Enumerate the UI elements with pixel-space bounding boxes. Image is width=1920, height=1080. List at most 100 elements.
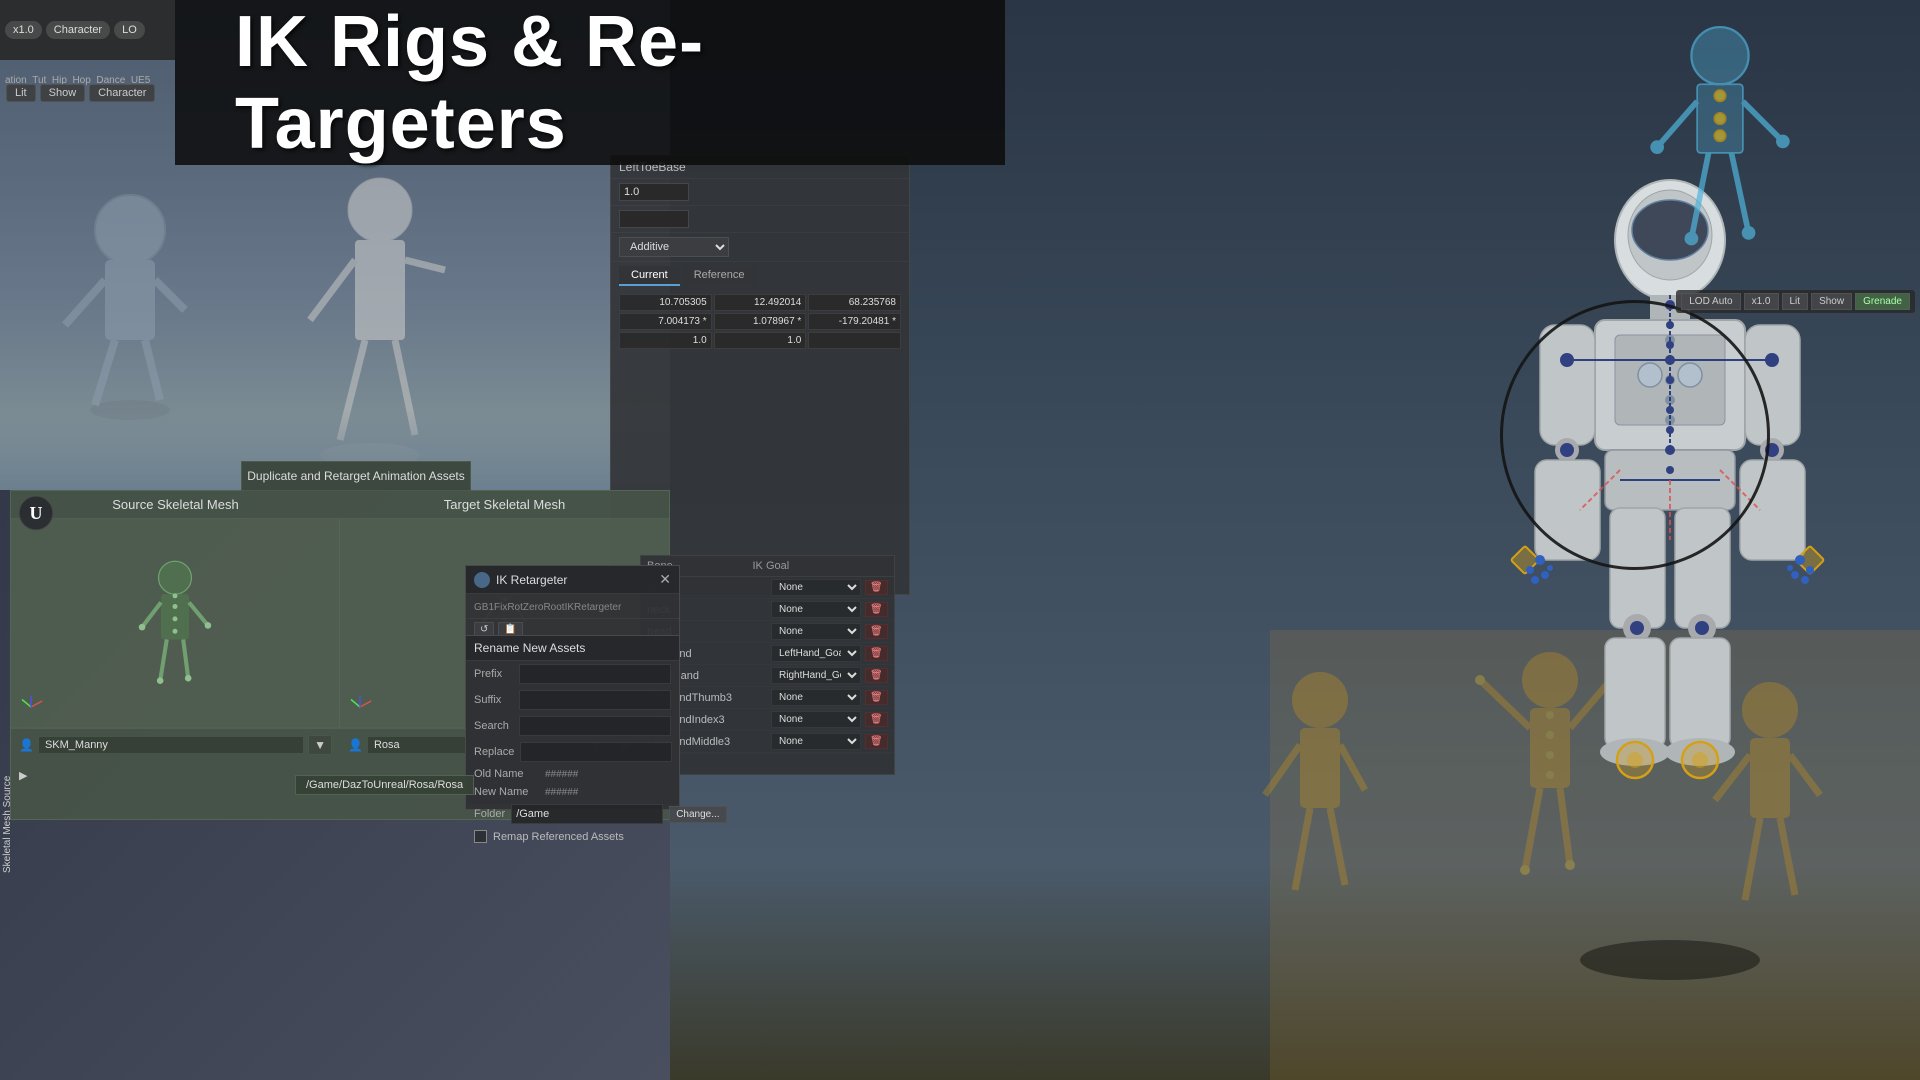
ik-goal-select-2[interactable]: None bbox=[771, 623, 861, 640]
bone-delete-6[interactable]: 🗑 bbox=[865, 712, 888, 727]
anim-val2-row bbox=[611, 206, 909, 233]
bone-delete-1[interactable]: 🗑 bbox=[865, 602, 888, 617]
bone-delete-5[interactable]: 🗑 bbox=[865, 690, 888, 705]
ik-asset-name: GB1FixRotZeroRootIKRetargeter bbox=[474, 602, 621, 613]
ik-retargeter-header: IK Retargeter ✕ bbox=[466, 566, 679, 594]
source-mesh-name-input[interactable] bbox=[38, 736, 304, 754]
bone-delete-7[interactable]: 🗑 bbox=[865, 734, 888, 749]
search-label: Search bbox=[474, 720, 513, 732]
editor-toolbar-topleft[interactable]: x1.0 Character LO bbox=[0, 0, 175, 60]
ik-retargeter-close-btn[interactable]: ✕ bbox=[659, 571, 671, 588]
ik-goal-select-3[interactable]: LeftHand_GoalNone bbox=[771, 645, 861, 662]
duplicate-retarget-banner: Duplicate and Retarget Animation Assets bbox=[241, 461, 471, 491]
suffix-row[interactable]: Suffix bbox=[466, 687, 679, 713]
suffix-label: Suffix bbox=[474, 694, 513, 706]
coord-z1[interactable]: 68.235768 bbox=[808, 294, 901, 311]
coord-y1[interactable]: 12.492014 bbox=[714, 294, 807, 311]
lit-btn-right[interactable]: Lit bbox=[1782, 293, 1809, 310]
old-name-value: ###### bbox=[545, 769, 578, 780]
suffix-input[interactable] bbox=[519, 690, 671, 710]
lod-auto-btn[interactable]: LOD Auto bbox=[1681, 293, 1740, 310]
show-btn-right[interactable]: Show bbox=[1811, 293, 1852, 310]
coord-x3[interactable]: 1.0 bbox=[619, 332, 712, 349]
prefix-input[interactable] bbox=[519, 664, 671, 684]
prefix-row[interactable]: Prefix bbox=[466, 661, 679, 687]
right-viewport-toolbar[interactable]: LOD Auto x1.0 Lit Show Grenade bbox=[1676, 290, 1915, 313]
source-mesh-preview bbox=[11, 519, 340, 727]
search-input[interactable] bbox=[519, 716, 671, 736]
anim-value1-input[interactable] bbox=[619, 183, 689, 201]
folder-label: Folder bbox=[474, 808, 505, 820]
bone-delete-4[interactable]: 🗑 bbox=[865, 668, 888, 683]
title-banner: IK Rigs & Re-Targeters bbox=[175, 0, 1005, 165]
character-viewport-btn[interactable]: Character bbox=[89, 84, 155, 102]
ik-goal-col-header: IK Goal bbox=[753, 560, 859, 572]
target-icon: 👤 bbox=[348, 738, 363, 752]
target-mesh-title: Target Skeletal Mesh bbox=[340, 491, 669, 518]
tab-reference[interactable]: Reference bbox=[682, 266, 757, 286]
source-axis-indicator bbox=[16, 692, 46, 722]
source-browse-btn[interactable]: ▼ bbox=[308, 735, 332, 755]
coord-y3[interactable]: 1.0 bbox=[714, 332, 807, 349]
remap-row[interactable]: Remap Referenced Assets bbox=[466, 827, 679, 846]
ik-goal-select-0[interactable]: None bbox=[771, 579, 861, 596]
bone-delete-3[interactable]: 🗑 bbox=[865, 646, 888, 661]
change-folder-btn[interactable]: Change... bbox=[669, 806, 726, 823]
coord-z2[interactable]: -179.20481 * bbox=[808, 313, 901, 330]
target-axis-indicator bbox=[345, 692, 375, 722]
rename-panel-header: Rename New Assets bbox=[466, 636, 679, 661]
ik-goal-select-6[interactable]: None bbox=[771, 711, 861, 728]
unreal-logo-svg: U bbox=[18, 495, 54, 531]
bone-delete-0[interactable]: 🗑 bbox=[865, 580, 888, 595]
folder-input[interactable] bbox=[511, 804, 663, 824]
ik-goal-select-5[interactable]: None bbox=[771, 689, 861, 706]
show-btn[interactable]: Show bbox=[40, 84, 86, 102]
crosshair-circle bbox=[1500, 300, 1770, 570]
ik-goal-select-4[interactable]: RightHand_GoalNone bbox=[771, 667, 861, 684]
coord-x1[interactable]: 10.705305 bbox=[619, 294, 712, 311]
replace-row[interactable]: Replace bbox=[466, 739, 679, 765]
viewport-btn-row[interactable]: Lit Show Character bbox=[0, 80, 161, 106]
unreal-logo: U bbox=[18, 495, 54, 531]
rename-title: Rename New Assets bbox=[474, 641, 585, 655]
path-tooltip: /Game/DazToUnreal/Rosa/Rosa bbox=[295, 775, 474, 795]
remap-label: Remap Referenced Assets bbox=[493, 831, 624, 843]
folder-row[interactable]: Folder Change... bbox=[466, 801, 679, 827]
ik-asset-row: GB1FixRotZeroRootIKRetargeter bbox=[466, 594, 679, 619]
source-icon: 👤 bbox=[19, 738, 34, 752]
lit-btn[interactable]: Lit bbox=[6, 84, 36, 102]
tab-current[interactable]: Current bbox=[619, 266, 680, 286]
grenade-btn[interactable]: Grenade bbox=[1855, 293, 1910, 310]
path-tooltip-text: /Game/DazToUnreal/Rosa/Rosa bbox=[306, 779, 463, 791]
scale-btn-right[interactable]: x1.0 bbox=[1744, 293, 1779, 310]
lo-btn[interactable]: LO bbox=[114, 21, 145, 39]
anim-tabs[interactable]: Current Reference bbox=[611, 262, 909, 290]
anim-blend-row[interactable]: Additive Override bbox=[611, 233, 909, 262]
anim-value2-input[interactable] bbox=[619, 210, 689, 228]
ik-retargeter-title: IK Retargeter bbox=[496, 573, 659, 587]
ik-goal-select-7[interactable]: None bbox=[771, 733, 861, 750]
blend-mode-select[interactable]: Additive Override bbox=[619, 237, 729, 257]
replace-label: Replace bbox=[474, 746, 514, 758]
cursor-icon: ▶ bbox=[19, 769, 27, 782]
source-mesh-controls[interactable]: 👤 ▼ bbox=[11, 728, 340, 761]
coord-x2[interactable]: 7.004173 * bbox=[619, 313, 712, 330]
character-btn[interactable]: Character bbox=[46, 21, 110, 39]
mesh-panel-header: Source Skeletal Mesh Target Skeletal Mes… bbox=[11, 491, 669, 519]
new-name-row: New Name ###### bbox=[466, 783, 679, 801]
page-title: IK Rigs & Re-Targeters bbox=[235, 1, 1005, 165]
prefix-label: Prefix bbox=[474, 668, 513, 680]
ik-goal-select-1[interactable]: None bbox=[771, 601, 861, 618]
coord-grid: 10.705305 12.492014 68.235768 7.004173 *… bbox=[611, 290, 909, 353]
old-name-label: Old Name bbox=[474, 768, 539, 780]
scale-text: x1.0 bbox=[13, 24, 34, 36]
bone-delete-2[interactable]: 🗑 bbox=[865, 624, 888, 639]
svg-text:U: U bbox=[30, 503, 43, 523]
source-mesh-title: Source Skeletal Mesh bbox=[11, 491, 340, 518]
remap-checkbox[interactable] bbox=[474, 830, 487, 843]
replace-input[interactable] bbox=[520, 742, 672, 762]
skeletal-source-sidebar-label: Skeletal Mesh Source bbox=[2, 673, 13, 873]
new-name-value: ###### bbox=[545, 787, 578, 798]
search-row[interactable]: Search bbox=[466, 713, 679, 739]
coord-y2[interactable]: 1.078967 * bbox=[714, 313, 807, 330]
